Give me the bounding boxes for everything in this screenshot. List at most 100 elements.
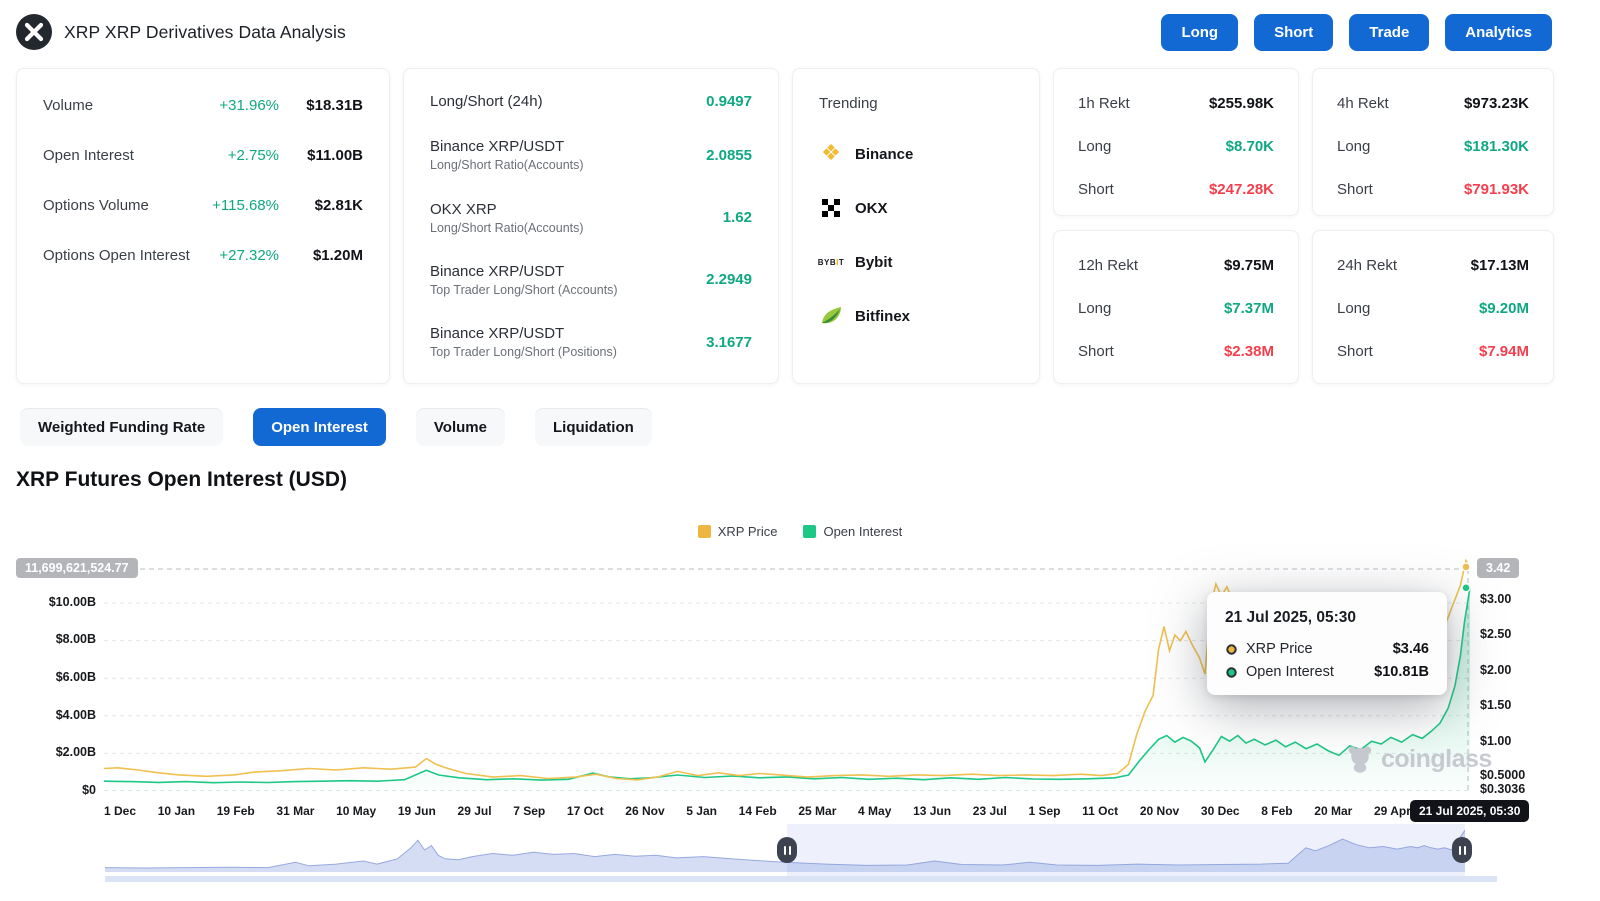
legend-item-xrp-price[interactable]: XRP Price <box>697 524 778 539</box>
trending-title: Trending <box>819 95 878 112</box>
x-tick: 19 Jun <box>397 804 436 818</box>
tooltip-row-open-interest: Open Interest $10.81B <box>1225 664 1429 680</box>
rekt-title: 4h Rekt <box>1337 95 1389 112</box>
stat-value: $18.31B <box>306 97 363 114</box>
rekt-long-value: $181.30K <box>1463 138 1529 155</box>
y-axis-label-right: $0.5000 <box>1480 768 1526 782</box>
tab-weighted-funding-rate[interactable]: Weighted Funding Rate <box>20 408 224 446</box>
stat-row: Volume +31.96% $18.31B <box>43 97 363 114</box>
tooltip-price-dot-icon <box>1226 643 1237 655</box>
x-tick: 7 Sep <box>513 804 546 818</box>
chart-title: XRP Futures Open Interest (USD) <box>16 468 347 491</box>
stat-value: $1.20M <box>312 247 363 264</box>
stat-label: Open Interest <box>43 147 134 164</box>
rekt-long-label: Long <box>1078 138 1112 155</box>
ratio-sublabel: Top Trader Long/Short (Accounts) <box>430 282 618 297</box>
stat-value: $11.00B <box>307 147 363 164</box>
trade-button[interactable]: Trade <box>1349 13 1430 51</box>
ratio-value: 2.2949 <box>706 271 752 289</box>
short-button[interactable]: Short <box>1254 13 1334 51</box>
tooltip-oi-dot-icon <box>1226 666 1237 678</box>
trending-item-bybit[interactable]: BYB I T Bybit <box>817 250 1013 274</box>
ratio-value: 0.9497 <box>706 93 752 110</box>
ratio-sublabel: Long/Short Ratio(Accounts) <box>430 158 584 173</box>
y-axis-label-left: $6.00B <box>55 670 96 684</box>
bybit-icon: BYB I T <box>817 257 845 267</box>
ratio-label: Long/Short (24h) <box>430 93 543 110</box>
x-tick: 4 May <box>858 804 892 818</box>
x-tick: 11 Oct <box>1082 804 1119 818</box>
stat-row: Options Volume +115.68% $2.81K <box>43 197 363 214</box>
stat-value: $2.81K <box>314 197 363 214</box>
x-tick: 23 Jul <box>972 804 1007 818</box>
tooltip-label: Open Interest <box>1246 664 1334 680</box>
x-tick: 29 Jul <box>457 804 492 818</box>
tab-volume[interactable]: Volume <box>415 408 505 446</box>
navigator-right-handle[interactable] <box>1452 837 1472 863</box>
x-tick: 19 Feb <box>216 804 255 818</box>
rekt-title: 12h Rekt <box>1078 257 1139 274</box>
x-axis: 1 Dec 10 Jan 19 Feb 31 Mar 10 May 19 Jun… <box>104 804 1464 818</box>
tab-liquidation[interactable]: Liquidation <box>534 408 652 446</box>
trending-item-label: Binance <box>855 145 914 163</box>
stat-change: +115.68% <box>212 197 279 214</box>
legend-swatch-icon <box>697 525 711 538</box>
rekt-short-label: Short <box>1337 343 1373 360</box>
stat-change: +2.75% <box>227 147 279 164</box>
trending-item-binance[interactable]: ❖ Binance <box>819 142 1013 166</box>
tab-open-interest[interactable]: Open Interest <box>253 408 386 446</box>
stat-label: Options Volume <box>43 197 149 214</box>
range-navigator[interactable] <box>104 824 1472 876</box>
rekt-long-value: $9.20M <box>1478 300 1529 317</box>
x-tick: 10 May <box>336 804 377 818</box>
coinglass-watermark: coinglass <box>1345 744 1492 774</box>
x-tick: 14 Feb <box>738 804 777 818</box>
rekt-12h-card: 12h Rekt $9.75M Long $7.37M Short $2.38M <box>1053 230 1299 384</box>
navigator-left-handle[interactable] <box>777 837 797 863</box>
navigator-track[interactable] <box>105 876 1497 882</box>
stat-label: Volume <box>43 97 94 114</box>
ratio-row: Binance XRP/USDT Top Trader Long/Short (A… <box>430 263 752 297</box>
chart-tooltip: 21 Jul 2025, 05:30 XRP Price $3.46 Open … <box>1207 592 1447 695</box>
long-short-ratios-card: Long/Short (24h) 0.9497 Binance XRP/USDT L… <box>403 68 779 384</box>
long-button[interactable]: Long <box>1161 13 1239 51</box>
x-tick: 20 Nov <box>1139 804 1180 818</box>
navigator-selected-range[interactable] <box>787 824 1465 876</box>
rekt-4h-card: 4h Rekt $973.23K Long $181.30K Short $791.9… <box>1312 68 1554 216</box>
trending-item-bitfinex[interactable]: Bitfinex <box>819 304 1013 328</box>
rekt-short-label: Short <box>1337 181 1373 198</box>
x-tick: 1 Dec <box>104 804 137 818</box>
tooltip-date: 21 Jul 2025, 05:30 <box>1225 609 1356 626</box>
stat-label: Options Open Interest <box>43 247 190 264</box>
rekt-total: $17.13M <box>1470 257 1529 274</box>
rekt-long-value: $8.70K <box>1225 138 1274 155</box>
legend-item-open-interest[interactable]: Open Interest <box>803 524 902 539</box>
stats-cards-row: Volume +31.96% $18.31B Open Interest +2.75%… <box>16 68 1554 384</box>
trending-item-okx[interactable]: OKX <box>819 196 1013 220</box>
x-tick: 30 Dec <box>1200 804 1240 818</box>
analytics-button[interactable]: Analytics <box>1445 13 1552 51</box>
rekt-1h-card: 1h Rekt $255.98K Long $8.70K Short $247.28K <box>1053 68 1299 216</box>
ratio-value: 2.0855 <box>706 146 752 164</box>
y-axis-label-left: $10.00B <box>48 595 96 609</box>
rekt-long-label: Long <box>1337 300 1371 317</box>
x-tick: 13 Jun <box>913 804 952 818</box>
ratio-row: Binance XRP/USDT Top Trader Long/Short (P… <box>430 325 752 359</box>
chart-legend: XRP Price Open Interest <box>0 524 1600 539</box>
binance-icon: ❖ <box>821 141 841 166</box>
page: XRP XRP Derivatives Data Analysis Long S… <box>0 0 1600 901</box>
rekt-short-label: Short <box>1078 343 1114 360</box>
rekt-total: $9.75M <box>1223 257 1274 274</box>
okx-icon <box>819 196 843 220</box>
ratio-sublabel: Long/Short Ratio(Accounts) <box>430 220 584 235</box>
stat-change: +27.32% <box>219 247 279 264</box>
x-tick: 10 Jan <box>157 804 196 818</box>
rekt-title: 24h Rekt <box>1337 257 1398 274</box>
y-axis-label-right: $1.00 <box>1480 734 1512 748</box>
legend-swatch-icon <box>803 525 817 538</box>
legend-label: XRP Price <box>717 524 778 539</box>
ratio-row: Long/Short (24h) 0.9497 <box>430 93 752 110</box>
ratio-label: OKX XRP <box>430 200 497 218</box>
rekt-short-label: Short <box>1078 181 1114 198</box>
rekt-long-value: $7.37M <box>1223 300 1274 317</box>
